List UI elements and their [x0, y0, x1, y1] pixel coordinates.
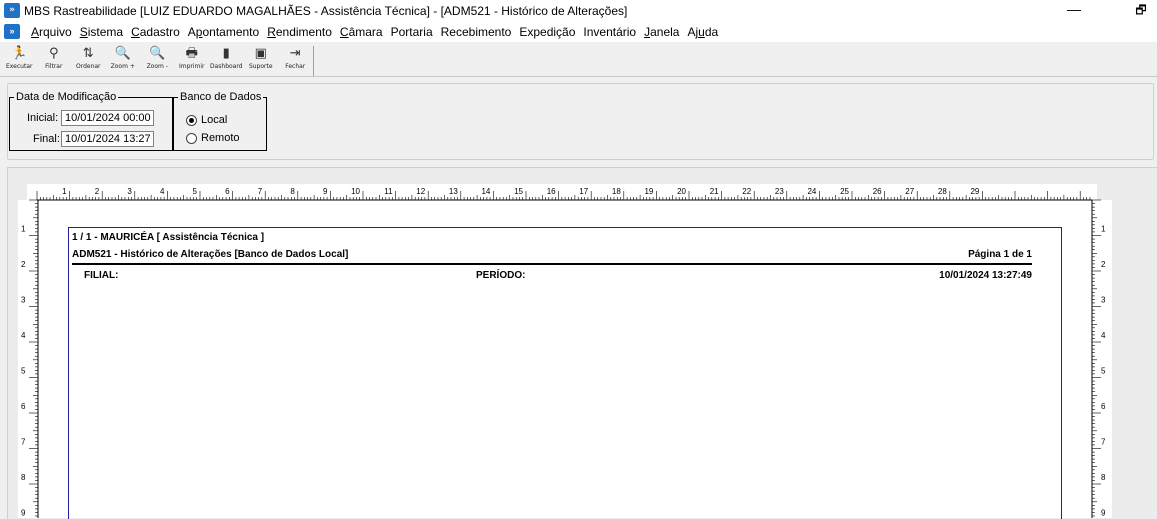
- ruler-number: 21: [710, 187, 719, 196]
- ruler-number: 4: [160, 187, 165, 196]
- ruler-number: 13: [449, 187, 458, 196]
- ruler-number: 8: [21, 473, 26, 482]
- ruler-number: 16: [547, 187, 556, 196]
- ruler-number: 9: [1101, 509, 1106, 518]
- ruler-number: 3: [127, 187, 132, 196]
- ruler-number: 3: [21, 296, 26, 305]
- ruler-number: 9: [21, 509, 26, 518]
- report-filial-label: FILIAL:: [84, 270, 119, 281]
- ruler-number: 28: [938, 187, 947, 196]
- report-title-line: ADM521 - Histórico de Alterações [Banco …: [72, 249, 349, 260]
- ruler-number: 3: [1101, 296, 1106, 305]
- ruler-number: 14: [481, 187, 490, 196]
- report-page-number: Página 1 de 1: [968, 249, 1032, 260]
- ruler-number: 5: [21, 367, 26, 376]
- ruler-number: 27: [905, 187, 914, 196]
- ruler-number: 19: [644, 187, 653, 196]
- report-header-rule: [72, 263, 1032, 265]
- ruler-number: 9: [323, 187, 328, 196]
- ruler-number: 25: [840, 187, 849, 196]
- ruler-number: 8: [290, 187, 295, 196]
- ruler-number: 6: [225, 187, 230, 196]
- ruler-number: 1: [1101, 225, 1106, 234]
- report-company-line: 1 / 1 - MAURICÉA [ Assistência Técnica ]: [72, 232, 265, 243]
- ruler-number: 5: [193, 187, 198, 196]
- ruler-number: 1: [62, 187, 67, 196]
- ruler-number: 2: [95, 187, 100, 196]
- ruler-number: 6: [21, 402, 26, 411]
- ruler-number: 23: [775, 187, 784, 196]
- ruler-number: 11: [384, 187, 393, 196]
- ruler-number: 7: [21, 438, 26, 447]
- ruler-number: 1: [21, 225, 26, 234]
- ruler-number: 7: [1101, 438, 1106, 447]
- ruler-number: 15: [514, 187, 523, 196]
- ruler-number: 7: [258, 187, 263, 196]
- ruler-number: 10: [351, 187, 360, 196]
- ruler-number: 12: [416, 187, 425, 196]
- ruler-number: 8: [1101, 473, 1106, 482]
- ruler-number: 29: [970, 187, 979, 196]
- ruler-number: 17: [579, 187, 588, 196]
- ruler-number: 4: [21, 331, 26, 340]
- ruler-number: 2: [21, 260, 26, 269]
- ruler-number: 22: [742, 187, 751, 196]
- report-datetime: 10/01/2024 13:27:49: [939, 270, 1032, 281]
- ruler-number: 2: [1101, 260, 1106, 269]
- ruler-number: 26: [873, 187, 882, 196]
- ruler-number: 20: [677, 187, 686, 196]
- ruler-number: 4: [1101, 331, 1106, 340]
- ruler-number: 18: [612, 187, 621, 196]
- ruler-number: 5: [1101, 367, 1106, 376]
- ruler-number: 24: [807, 187, 816, 196]
- report-periodo-label: PERÍODO:: [476, 270, 526, 281]
- ruler-number: 6: [1101, 402, 1106, 411]
